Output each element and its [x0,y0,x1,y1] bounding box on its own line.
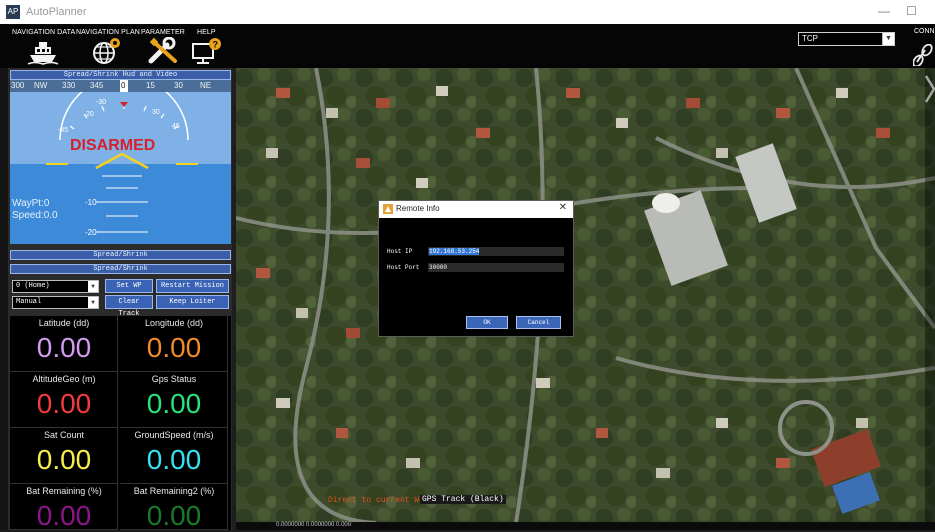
compass-label: 345 [90,81,104,90]
host-port-input[interactable]: 30000 [428,263,564,272]
dialog-titlebar: Remote Info ✕ [379,201,573,218]
restart-mission-button[interactable]: Restart Mission [156,279,229,293]
spread-shrink-button-1[interactable]: Spread/Shrink [10,250,231,260]
compass-label: NW [34,81,48,90]
quick-cell-groundspeed[interactable]: GroundSpeed (m/s) 0.00 [120,428,228,484]
quick-value: 0.00 [146,388,202,419]
map-coordinate-bar: 0.0000000 0.0000000 0.000 [236,522,935,530]
menu-navigation-plan[interactable]: NAVIGATION PLAN [76,29,140,36]
quick-label: Sat Count [43,430,85,440]
pitch-label: -20 [85,228,97,237]
pitch-label: -10 [85,198,97,207]
connect-label[interactable]: CONN [914,28,935,35]
compass-label: 30 [174,81,183,90]
roll-label: 45 [172,123,180,130]
roll-label: 20 [86,111,94,118]
window-title: AutoPlanner [26,6,87,18]
help-monitor-icon[interactable]: ? [190,37,224,65]
quick-cell-sat-count[interactable]: Sat Count 0.00 [10,428,118,484]
quick-value: 0.00 [36,388,92,419]
chevron-down-icon: ▼ [88,281,98,292]
menu-help[interactable]: HELP [197,29,216,36]
menu-bar: NAVIGATION DATA NAVIGATION PLAN PARAMETE… [0,24,935,86]
roll-label: 30 [152,109,160,116]
waypoint-select[interactable]: 0 (Home) ▼ [12,280,99,293]
roll-label: -45 [58,127,68,134]
spread-shrink-button-2[interactable]: Spread/Shrink [10,264,231,274]
quick-value: 0.00 [146,444,202,475]
arm-status: DISARMED [70,137,156,154]
compass-label: 15 [146,81,155,90]
ship-icon[interactable] [26,37,60,65]
dialog-title: Remote Info [396,204,440,213]
hud-display: 300 NW 330 345 0 15 30 NE -45 20 -30 30 … [10,80,231,244]
chevron-down-icon: ▼ [882,33,894,45]
remote-info-dialog: Remote Info ✕ Host IP 192.168.53.254 Hos… [378,200,574,337]
tools-icon[interactable] [145,37,181,65]
quick-label: Latitude (dd) [38,318,90,328]
map-imagery [236,68,935,523]
map-status-direct: Direct to current WP [328,496,425,505]
satellite-map[interactable] [236,68,935,523]
menu-navigation-data[interactable]: NAVIGATION DATA [12,29,75,36]
host-ip-input[interactable]: 192.168.53.254 [428,247,564,256]
quick-value: 0.00 [146,500,202,531]
compass-label: 300 [11,81,25,90]
cancel-button[interactable]: Cancel [516,316,561,329]
compass-label: 0 [121,81,126,90]
minimize-button[interactable]: — [878,4,890,18]
quick-label: Bat Remaining2 (%) [133,486,215,496]
map-status-track: GPS Track (Black) [420,495,506,504]
quick-label: AltitudeGeo (m) [32,374,96,384]
compass-label: 330 [62,81,76,90]
quick-value: 0.00 [36,332,92,363]
quick-cell-gps-status[interactable]: Gps Status 0.00 [120,372,228,428]
close-icon[interactable]: ✕ [559,202,567,213]
map-scroll-edge [925,68,935,523]
app-logo-icon: AP [6,5,20,19]
left-splitter[interactable] [0,68,8,530]
quick-cell-latitude[interactable]: Latitude (dd) 0.00 [10,316,118,372]
host-port-label: Host Port [387,264,420,271]
host-ip-label: Host IP [387,248,413,255]
protocol-select[interactable]: TCP ▼ [798,32,895,46]
link-icon[interactable] [913,44,933,66]
dialog-app-icon [383,204,393,214]
menu-parameter[interactable]: PARAMETER [141,29,185,36]
quick-value: 0.00 [146,332,202,363]
roll-label: -30 [96,99,106,106]
quick-label: Gps Status [151,374,197,384]
compass-label: NE [200,81,212,90]
quick-cell-bat-remaining[interactable]: Bat Remaining (%) 0.00 [10,484,118,531]
quick-value: 0.00 [36,444,92,475]
ok-button[interactable]: OK [466,316,508,329]
map-coordinates: 0.0000000 0.0000000 0.000 [276,522,352,528]
globe-gear-icon[interactable] [90,37,124,65]
window-titlebar: AP AutoPlanner — ☐ [0,0,935,24]
quick-view-grid: Latitude (dd) 0.00 Longitude (dd) 0.00 A… [10,316,231,531]
quick-cell-bat-remaining2[interactable]: Bat Remaining2 (%) 0.00 [120,484,228,531]
speed-readout: Speed:0.0 [12,210,58,221]
mode-select[interactable]: Manual ▼ [12,296,99,309]
quick-cell-longitude[interactable]: Longitude (dd) 0.00 [120,316,228,372]
maximize-button[interactable]: ☐ [906,4,917,18]
quick-cell-altitude[interactable]: AltitudeGeo (m) 0.00 [10,372,118,428]
quick-label: Bat Remaining (%) [26,486,102,496]
waypoint-readout: WayPt:0 [12,198,50,209]
spread-shrink-hud-button[interactable]: Spread/Shrink Hud and Video [10,70,231,80]
attitude-indicator: -45 20 -30 30 45 [46,92,198,233]
compass-tape: 300 NW 330 345 0 15 30 NE [10,80,231,92]
quick-label: Longitude (dd) [144,318,204,328]
quick-value: 0.00 [36,500,92,531]
quick-label: GroundSpeed (m/s) [134,430,214,440]
set-wp-button[interactable]: Set WP [105,279,153,293]
keep-loiter-button[interactable]: Keep Loiter [156,295,229,309]
chevron-down-icon: ▼ [88,297,98,308]
svg-text:?: ? [213,40,219,50]
clear-track-button[interactable]: Clear Track [105,295,153,318]
